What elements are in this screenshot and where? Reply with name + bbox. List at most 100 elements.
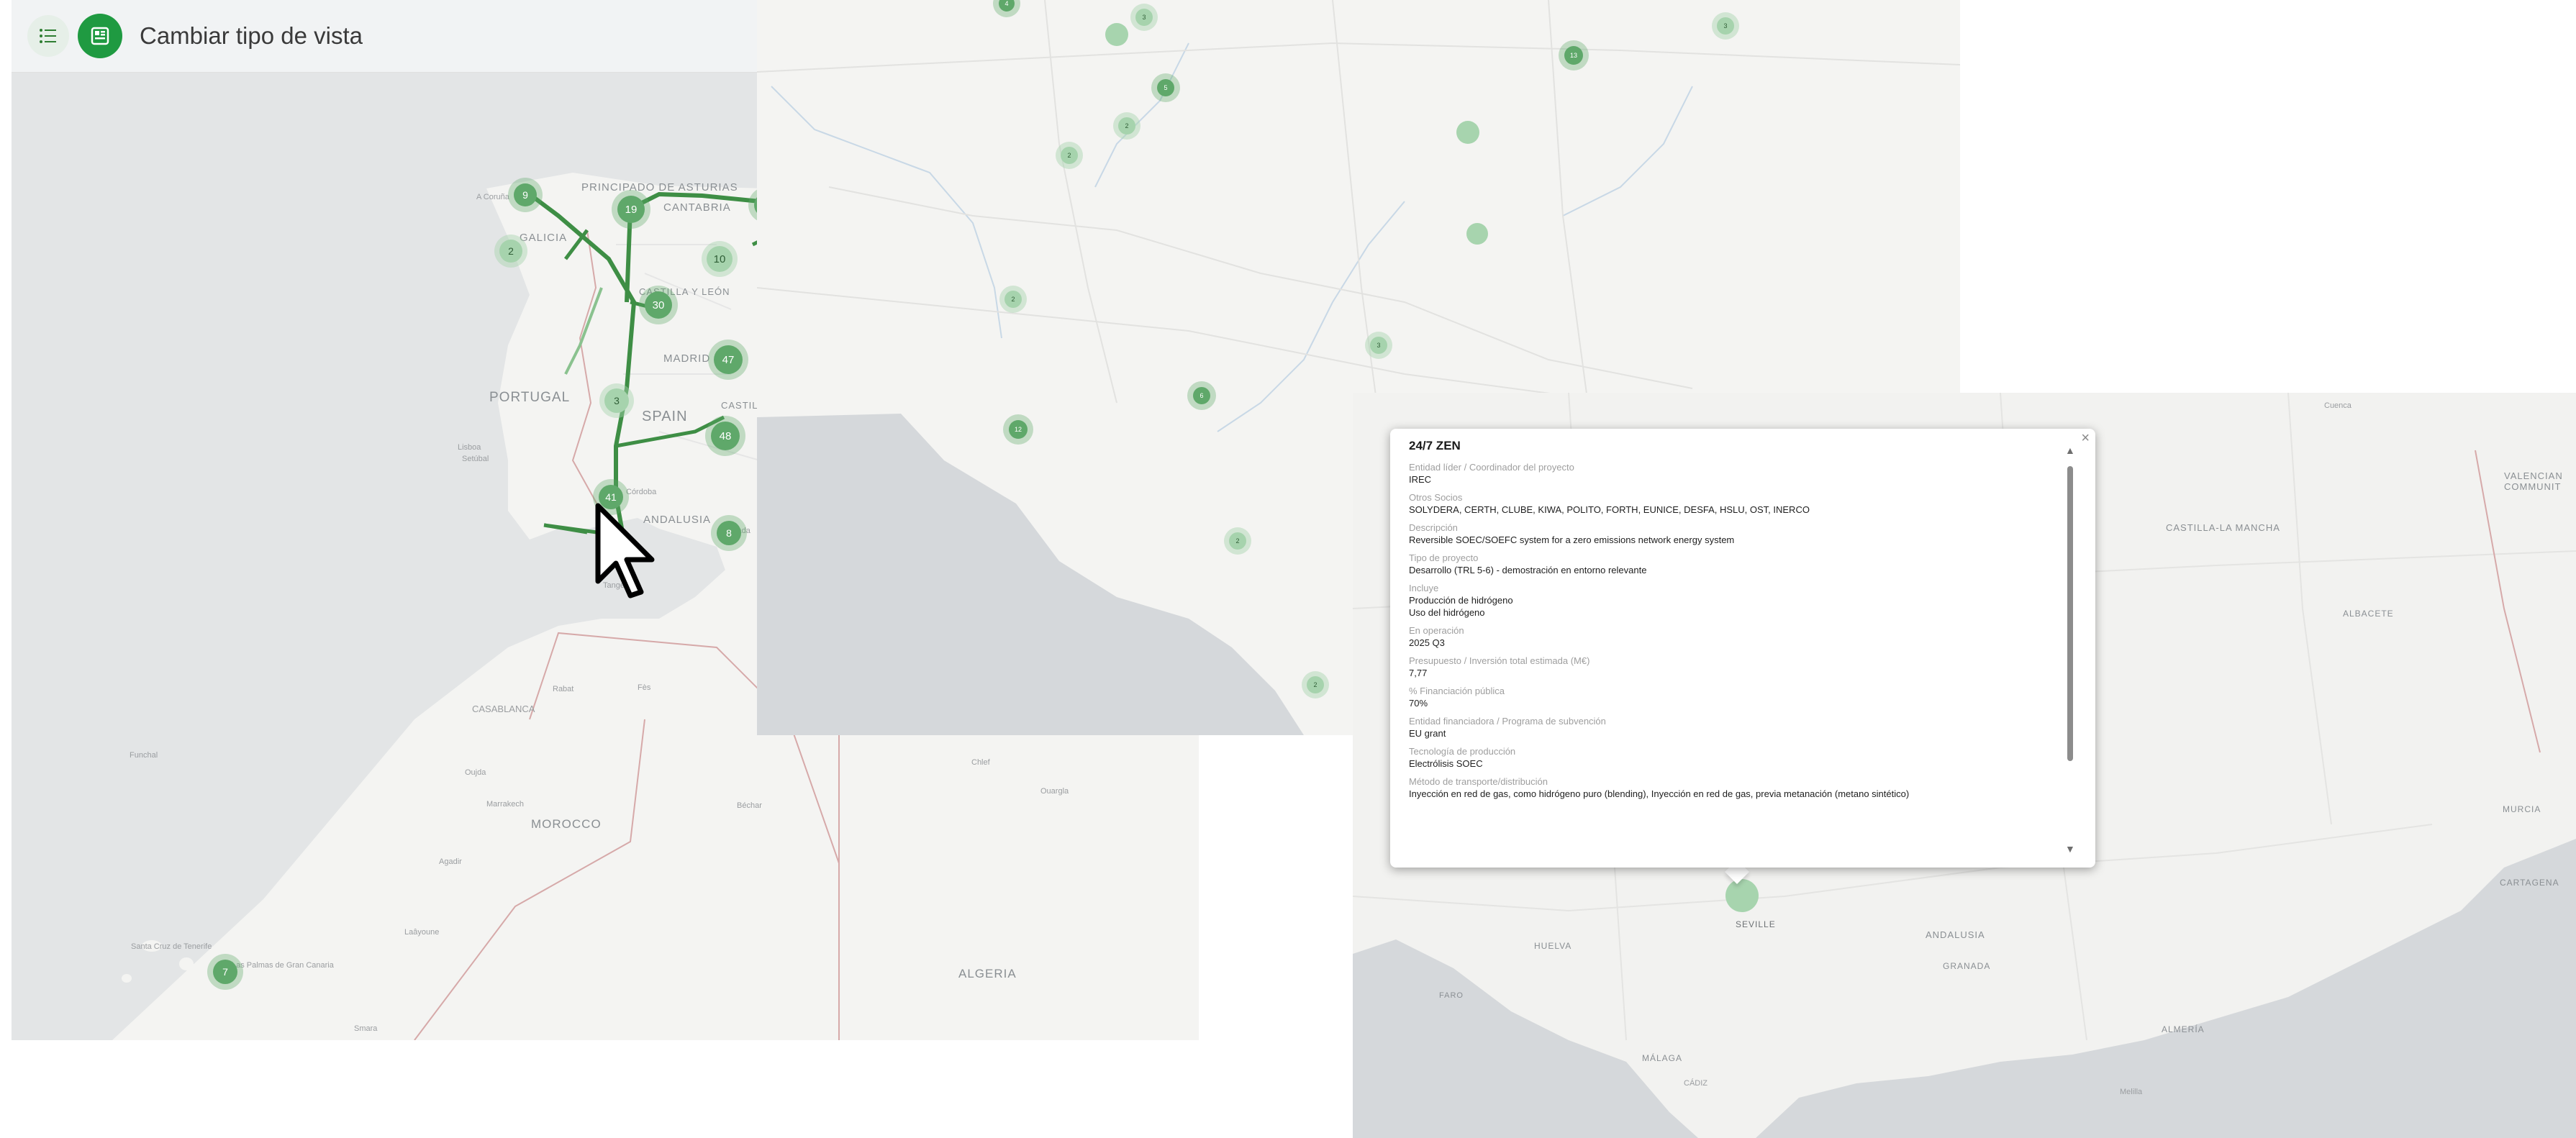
field-value: 70% [1409,698,1428,709]
list-icon [40,29,56,43]
popup-field: Entidad financiadora / Programa de subve… [1409,716,2013,739]
map-town: Agadir [439,857,462,866]
map-town: Smara [354,1024,378,1033]
map-town: Córdoba [626,488,657,496]
map-cluster[interactable]: 12 [1009,420,1028,439]
map-cluster[interactable]: 3 [1370,337,1387,354]
map-marker[interactable] [1105,23,1128,46]
map-label: CARTAGENA [2500,878,2559,888]
popup-field: % Financiación pública 70% [1409,686,2013,709]
scroll-thumb[interactable] [2067,466,2073,761]
map-cluster[interactable]: 9 [514,183,537,206]
map-town: Rabat [553,685,574,693]
map-label: MOROCCO [531,817,602,831]
map-town: Las Palmas de Gran Canaria [232,961,334,970]
map-town: CÁDIZ [1684,1079,1707,1088]
map-cluster[interactable]: 10 [707,246,733,272]
map-label: PORTUGAL [489,390,571,405]
popup-field: Descripción Reversible SOEC/SOEFC system… [1409,522,2013,546]
map-town: Melilla [2120,1088,2143,1096]
map-town: Ouargla [1040,787,1069,796]
field-value: 7,77 [1409,668,1428,678]
map-label: SEVILLE [1736,919,1776,929]
map-label: HUELVA [1534,941,1572,951]
map-cluster[interactable]: 2 [1061,147,1078,164]
map-cluster[interactable]: 48 [711,422,740,450]
field-value: EU grant [1409,728,1446,739]
field-label: % Financiación pública [1409,686,1505,696]
map-cluster[interactable]: 2 [1004,291,1022,308]
map-marker[interactable] [1456,121,1479,144]
toolbar: Cambiar tipo de vista [12,0,767,73]
map-cluster[interactable]: 7 [213,960,237,984]
map-town: Fès [638,683,651,692]
popup-field: Tipo de proyecto Desarrollo (TRL 5-6) - … [1409,552,2013,576]
field-value: SOLYDERA, CERTH, CLUBE, KIWA, POLITO, FO… [1409,504,1810,515]
map-town: Oujda [465,768,486,777]
popup-body[interactable]: Entidad líder / Coordinador del proyecto… [1409,462,2013,855]
field-value: IREC [1409,474,1432,485]
map-cluster[interactable]: 5 [1157,79,1174,96]
field-label: Descripción [1409,522,1458,533]
field-value: Reversible SOEC/SOEFC system for a zero … [1409,534,1735,545]
map-label: ANDALUSIA [1926,929,1985,940]
map-cluster[interactable]: 8 [717,521,741,545]
field-label: Método de transporte/distribución [1409,776,1548,787]
project-popup: × 24/7 ZEN Entidad líder / Coordinador d… [1390,429,2095,868]
map-cluster[interactable]: 2 [499,240,522,263]
map-town: Lisboa [458,443,481,452]
change-view-button[interactable] [78,14,122,58]
popup-field: Tecnología de producción Electrólisis SO… [1409,746,2013,770]
field-label: En operación [1409,625,1464,636]
grid-icon [91,27,109,45]
map-town: Marrakech [486,800,524,809]
close-icon[interactable]: × [2081,430,2090,447]
map-label: MADRID [663,352,711,365]
map-label: GALICIA [520,232,568,244]
menu-button[interactable] [27,15,69,57]
popup-scrollbar[interactable]: ▲ ▼ [2063,445,2077,855]
scroll-up-icon[interactable]: ▲ [2065,445,2075,456]
map-cluster[interactable]: 13 [1564,46,1583,65]
field-value: Electrólisis SOEC [1409,758,1483,769]
popup-field: Presupuesto / Inversión total estimada (… [1409,655,2013,679]
map-cluster[interactable]: 19 [617,196,645,223]
map-label: ALMERÍA [2162,1024,2205,1034]
map-cluster[interactable]: 6 [1193,387,1210,404]
map-label: MÁLAGA [1642,1053,1683,1063]
map-label: FARO [1439,991,1464,1000]
map-town: Setúbal [462,455,489,463]
map-cluster[interactable]: 2 [1307,676,1324,693]
field-value: Producción de hidrógeno [1409,595,1513,606]
field-label: Entidad financiadora / Programa de subve… [1409,716,1606,727]
popup-field: Entidad líder / Coordinador del proyecto… [1409,462,2013,486]
field-label: Incluye [1409,583,1439,593]
map-label: MURCIA [2503,804,2541,814]
field-value: Uso del hidrógeno [1409,607,1485,618]
map-town: Santa Cruz de Tenerife [131,942,212,951]
field-label: Entidad líder / Coordinador del proyecto [1409,462,1574,473]
map-cluster[interactable]: 3 [604,388,629,413]
change-view-label[interactable]: Cambiar tipo de vista [140,22,363,50]
map-label: CASTILLA-LA MANCHA [2166,522,2280,533]
map-town: Laâyoune [404,928,440,937]
map-marker-selected[interactable] [1725,879,1759,912]
map-cluster[interactable]: 47 [714,345,743,374]
map-label: CANTABRIA [663,201,731,214]
map-town: Funchal [130,751,158,760]
map-cluster[interactable]: 3 [1135,9,1153,26]
map-label: PRINCIPADO DE ASTURIAS [581,181,738,194]
map-marker[interactable] [1466,223,1488,245]
map-cluster[interactable]: 2 [1229,532,1246,550]
field-value: Inyección en red de gas, como hidrógeno … [1409,788,1910,799]
map-cluster[interactable]: 2 [1118,117,1135,135]
map-town: CASABLANCA [472,704,535,714]
scroll-down-icon[interactable]: ▼ [2065,843,2075,855]
field-label: Otros Socios [1409,492,1463,503]
map-label: VALENCIAN COMMUNIT [2504,470,2563,492]
popup-field: Otros Socios SOLYDERA, CERTH, CLUBE, KIW… [1409,492,2013,516]
map-cluster[interactable]: 3 [1717,17,1734,35]
popup-field: En operación 2025 Q3 [1409,625,2013,649]
map-cluster[interactable]: 30 [645,291,672,319]
field-label: Presupuesto / Inversión total estimada (… [1409,655,1590,666]
